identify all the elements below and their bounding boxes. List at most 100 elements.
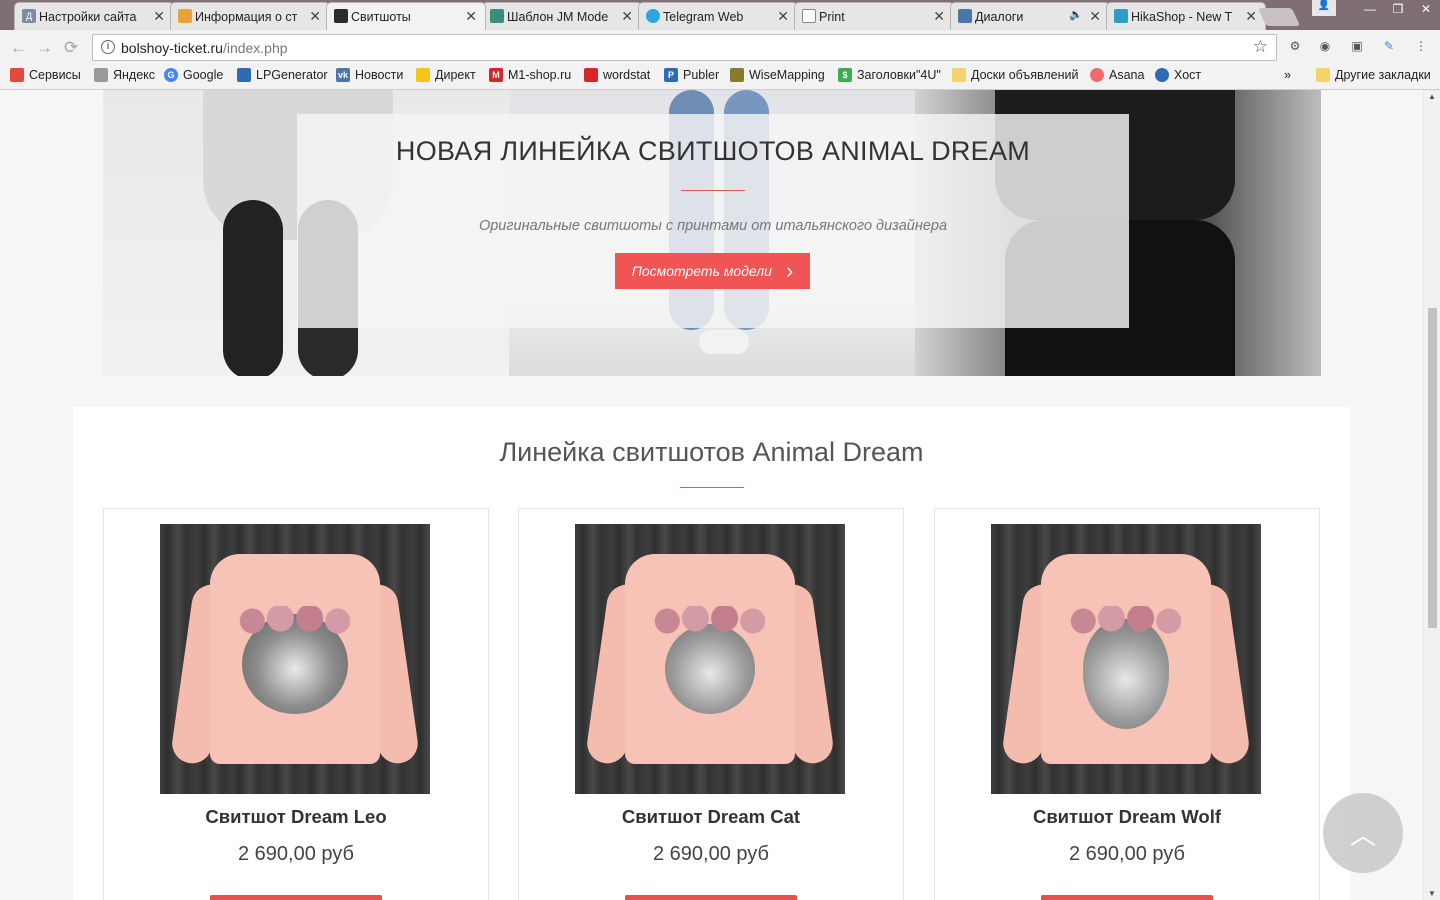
tab-settings[interactable]: Д Настройки сайта ✕ [14, 2, 174, 30]
section-title: Линейка свитшотов Animal Dream [499, 437, 924, 467]
bookmark-google[interactable]: G Google [164, 68, 223, 82]
back-icon[interactable]: ← [10, 38, 27, 58]
asana-icon [1090, 68, 1104, 82]
bookmark-wisemapping[interactable]: WiseMapping [730, 68, 825, 82]
close-icon[interactable]: ✕ [777, 8, 789, 25]
tab-template[interactable]: Шаблон JM Mode ✕ [482, 2, 642, 30]
tab-dialogs[interactable]: Диалоги 🔈 ✕ [950, 2, 1110, 30]
maximize-icon[interactable]: ❐ [1384, 0, 1412, 18]
window-controls: — ❐ ✕ [1356, 0, 1440, 18]
favicon-icon [178, 9, 192, 23]
tab-info[interactable]: Информация о ст ✕ [170, 2, 330, 30]
browser-toolbar: ← → ⟳ i bolshoy-ticket.ru/index.php ☆ ⚙ … [0, 30, 1440, 64]
page-viewport: НОВАЯ ЛИНЕЙКА СВИТШОТОВ ANIMAL DREAM Ори… [0, 90, 1440, 900]
address-domain: bolshoy-ticket.ru [121, 39, 223, 56]
tab-sweatshirts[interactable]: Свитшоты ✕ [326, 2, 486, 30]
buy-button[interactable] [625, 895, 797, 900]
buy-button[interactable] [210, 895, 382, 900]
bookmark-lpgenerator[interactable]: LPGenerator [237, 68, 328, 82]
bookmark-services[interactable]: Сервисы [10, 68, 81, 82]
scroll-down-icon[interactable]: ▼ [1428, 889, 1436, 898]
section-divider [680, 487, 744, 488]
bookmark-m1shop[interactable]: M M1-shop.ru [489, 68, 571, 82]
tab-telegram[interactable]: Telegram Web ✕ [638, 2, 798, 30]
tab-print[interactable]: Print ✕ [794, 2, 954, 30]
page-scrollbar[interactable]: ▲ ▼ [1423, 90, 1440, 900]
hero-banner: НОВАЯ ЛИНЕЙКА СВИТШОТОВ ANIMAL DREAM Ори… [103, 90, 1321, 376]
view-models-button[interactable]: Посмотреть модели › [615, 253, 810, 289]
product-price: 2 690,00 руб [1069, 843, 1185, 865]
speaker-icon[interactable]: 🔈 [1069, 8, 1083, 21]
scroll-to-top-button[interactable]: ︿ [1323, 793, 1403, 873]
close-icon[interactable]: ✕ [621, 8, 633, 25]
extension-screen-icon[interactable]: ▣ [1348, 37, 1366, 55]
bookmark-headlines[interactable]: $ Заголовки"4U" [838, 68, 941, 82]
user-icon[interactable]: 👤 [1312, 0, 1336, 16]
favicon-icon [1114, 9, 1128, 23]
scroll-up-icon[interactable]: ▲ [1428, 92, 1436, 101]
minimize-icon[interactable]: — [1356, 0, 1384, 18]
close-icon[interactable]: ✕ [465, 8, 477, 25]
product-image-cat[interactable] [575, 524, 845, 794]
bar-chart-icon [584, 68, 598, 82]
bookmark-publer[interactable]: P Publer [664, 68, 719, 82]
apps-grid-icon [10, 68, 24, 82]
close-icon[interactable]: ✕ [153, 8, 165, 25]
tab-title: Свитшоты [351, 9, 411, 24]
bookmark-host[interactable]: Хост [1155, 68, 1201, 82]
bookmark-star-icon[interactable]: ☆ [1253, 37, 1268, 57]
bookmark-wordstat[interactable]: wordstat [584, 68, 650, 82]
info-icon[interactable]: i [101, 40, 115, 54]
bookmark-direct[interactable]: Директ [416, 68, 476, 82]
lpgenerator-icon [237, 68, 251, 82]
tab-title: Информация о ст [195, 9, 298, 24]
reload-icon[interactable]: ⟳ [64, 38, 78, 58]
tab-title: Telegram Web [663, 9, 744, 24]
product-card[interactable]: Свитшот Dream Wolf 2 690,00 руб [934, 508, 1320, 900]
hero-overlay: НОВАЯ ЛИНЕЙКА СВИТШОТОВ ANIMAL DREAM Ори… [297, 114, 1129, 328]
tab-title: HikaShop - New T [1131, 9, 1233, 24]
close-icon[interactable]: ✕ [309, 8, 321, 25]
product-card[interactable]: Свитшот Dream Leo 2 690,00 руб [103, 508, 489, 900]
product-image-lion[interactable] [160, 524, 430, 794]
folder-icon [1316, 68, 1330, 82]
favicon-icon [802, 9, 816, 23]
favicon-icon [334, 9, 348, 23]
product-name[interactable]: Свитшот Dream Leo [104, 806, 488, 828]
bookmark-other[interactable]: Другие закладки [1316, 68, 1431, 82]
vk-icon: vk [336, 68, 350, 82]
wisemapping-icon [730, 68, 744, 82]
menu-icon[interactable]: ⋮ [1412, 37, 1430, 55]
extension-edit-icon[interactable]: ✎ [1380, 37, 1398, 55]
close-icon[interactable]: ✕ [933, 8, 945, 25]
m1-icon: M [489, 68, 503, 82]
close-icon[interactable]: ✕ [1089, 8, 1101, 25]
close-icon[interactable]: ✕ [1245, 8, 1257, 25]
product-price: 2 690,00 руб [238, 843, 354, 865]
tab-hikashop[interactable]: HikaShop - New T ✕ [1106, 2, 1266, 30]
bookmark-news[interactable]: vk Новости [336, 68, 403, 82]
product-image-wolf[interactable] [991, 524, 1261, 794]
view-models-label: Посмотреть модели [631, 263, 772, 279]
bookmark-asana[interactable]: Asana [1090, 68, 1144, 82]
browser-tab-bar: Д Настройки сайта ✕ Информация о ст ✕ Св… [0, 0, 1440, 30]
favicon-icon [490, 9, 504, 23]
address-bar[interactable]: i bolshoy-ticket.ru/index.php ☆ [92, 34, 1277, 61]
new-tab-button[interactable] [1257, 8, 1301, 26]
dollar-icon: $ [838, 68, 852, 82]
window-close-icon[interactable]: ✕ [1412, 0, 1440, 18]
forward-icon[interactable]: → [36, 38, 53, 58]
bookmark-yandex[interactable]: Яндекс [94, 68, 155, 82]
product-name[interactable]: Свитшот Dream Wolf [935, 806, 1319, 828]
hero-title: НОВАЯ ЛИНЕЙКА СВИТШОТОВ ANIMAL DREAM [395, 136, 1031, 166]
extension-icon[interactable]: ⚙ [1286, 37, 1304, 55]
product-card[interactable]: Свитшот Dream Cat 2 690,00 руб [518, 508, 904, 900]
extension-eye-icon[interactable]: ◉ [1316, 37, 1334, 55]
arrow-up-icon: ︿ [1349, 819, 1376, 850]
hero-subtitle: Оригинальные свитшоты с принтами от итал… [478, 218, 948, 234]
buy-button[interactable] [1041, 895, 1213, 900]
bookmarks-overflow-button[interactable]: » [1284, 68, 1291, 82]
product-name[interactable]: Свитшот Dream Cat [519, 806, 903, 828]
bookmark-ads-boards[interactable]: Доски объявлений [952, 68, 1078, 82]
scrollbar-thumb[interactable] [1428, 308, 1437, 628]
